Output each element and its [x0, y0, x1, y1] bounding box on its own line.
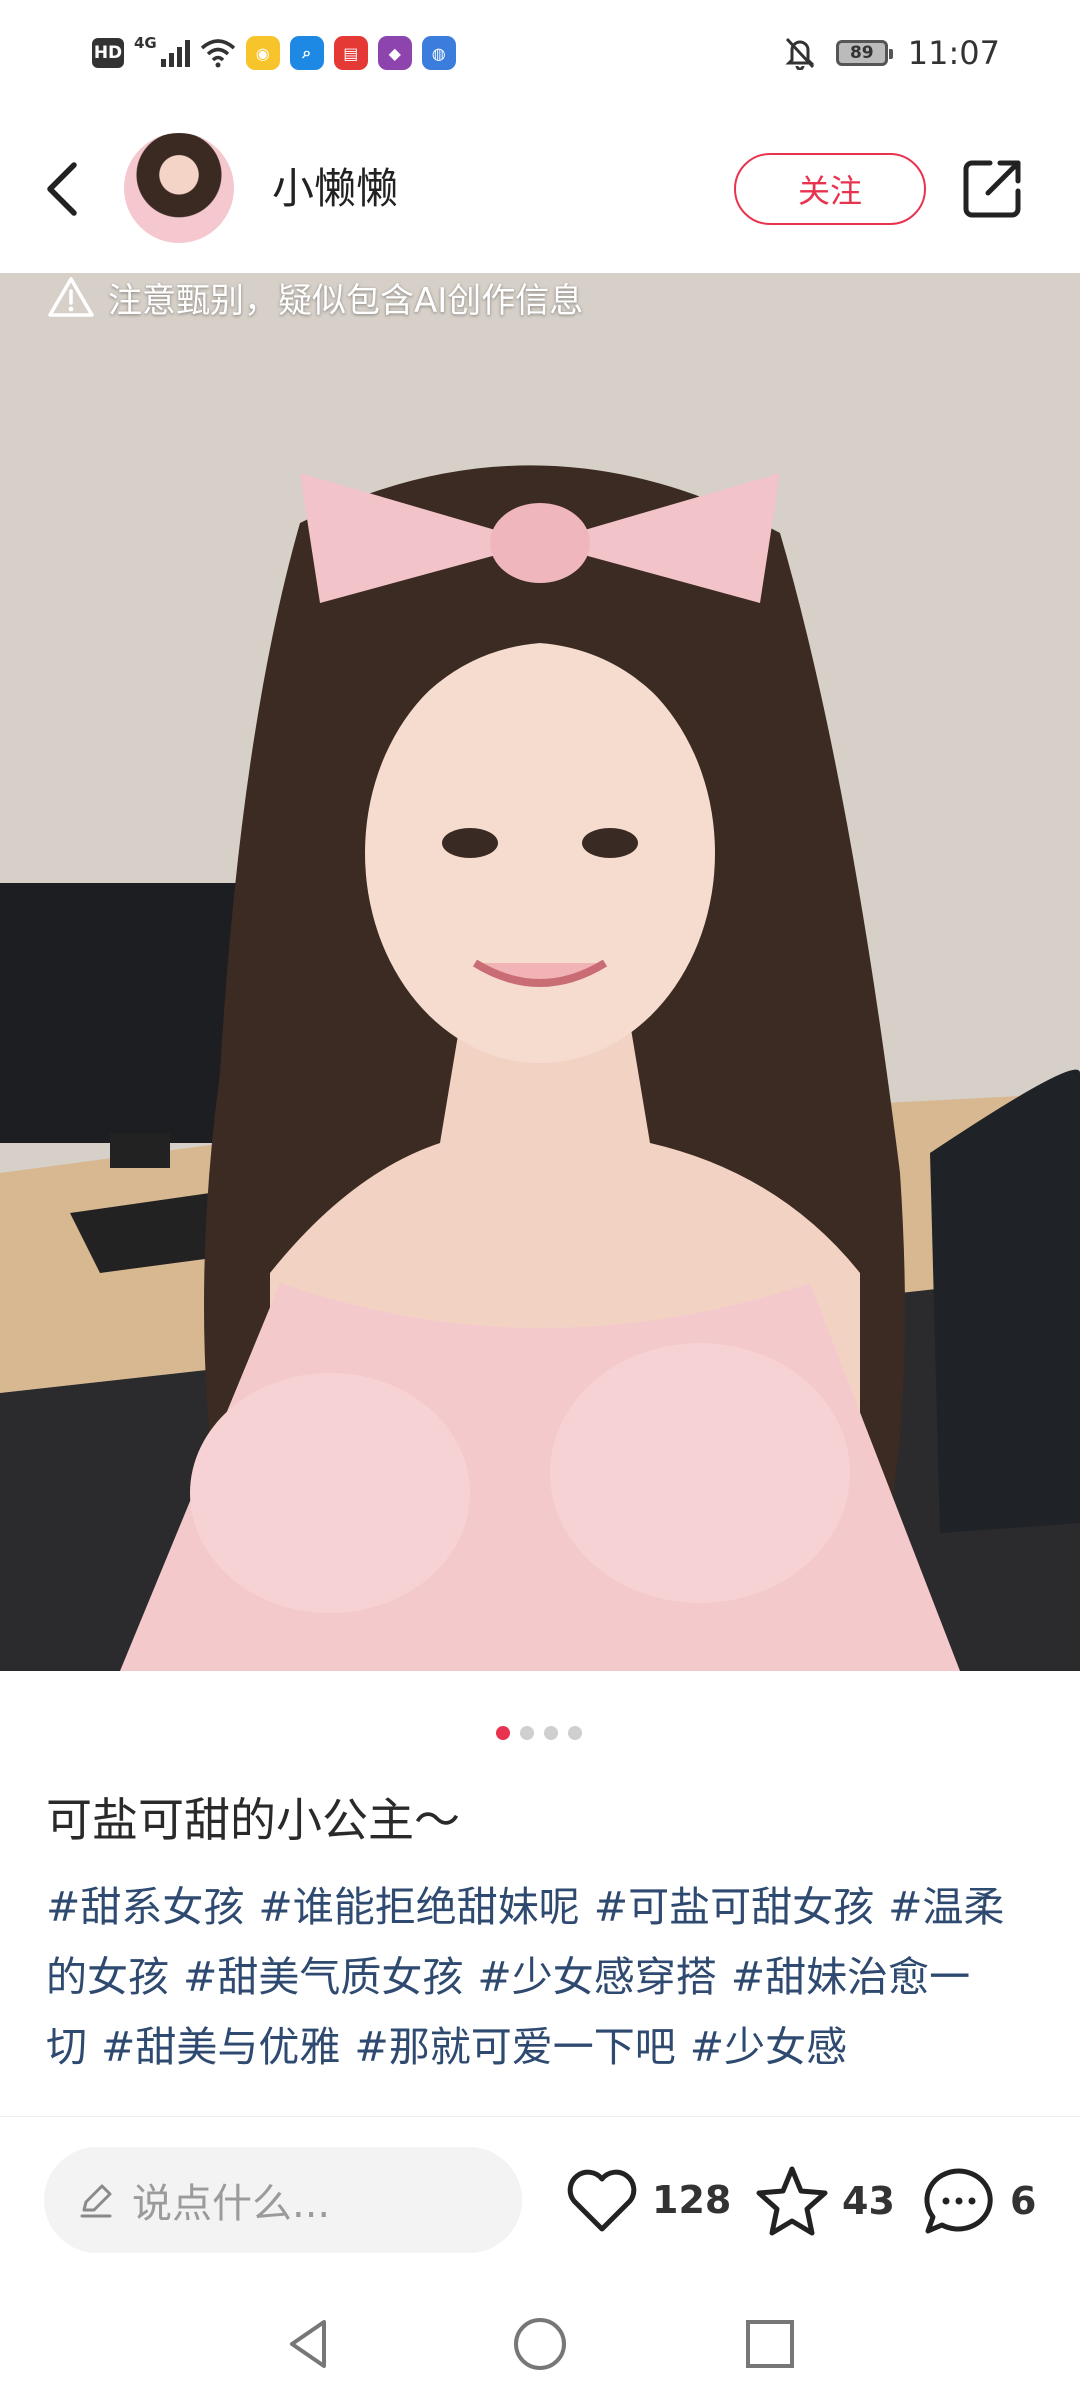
pager-dot[interactable] — [544, 1726, 558, 1740]
tag-list: #甜系女孩 #谁能拒绝甜妹呢 #可盐可甜女孩 #温柔的女孩 #甜美气质女孩 #少女感穿搭 #… — [46, 1872, 1006, 2116]
comment-bubble-icon — [924, 2168, 993, 2234]
hashtag[interactable]: #那就可爱一下吧 — [354, 2023, 675, 2071]
like-button[interactable]: 128 — [564, 2165, 731, 2235]
hashtag[interactable]: #甜美与优雅 — [101, 2023, 340, 2071]
pager-dot[interactable] — [568, 1726, 582, 1740]
hashtag[interactable]: #谁能拒绝甜妹呢 — [258, 1883, 579, 1931]
comment-input[interactable]: 说点什么... — [44, 2147, 522, 2253]
colorful-app-icon: ◆ — [377, 36, 412, 70]
favorite-button[interactable]: 43 — [754, 2165, 895, 2237]
comment-count: 6 — [1010, 2179, 1037, 2223]
network-type: 4G — [134, 34, 157, 52]
search-app-icon: ⌕ — [289, 36, 324, 70]
nav-back-icon[interactable] — [280, 2314, 340, 2374]
like-count: 128 — [652, 2178, 732, 2222]
heart-icon — [567, 2169, 637, 2232]
pager-dot[interactable] — [520, 1726, 534, 1740]
ai-warning: 注意甄别，疑似包含AI创作信息 — [48, 273, 583, 321]
nav-recents-icon[interactable] — [740, 2314, 800, 2374]
photo-illustration — [0, 273, 1080, 1671]
bottom-action-bar: 说点什么... 128 43 6 — [0, 2116, 1080, 2287]
favorite-count: 43 — [842, 2179, 895, 2223]
username[interactable]: 小懒懒 — [272, 155, 398, 216]
hashtag[interactable]: #甜系女孩 — [46, 1883, 244, 1931]
battery-icon: 89 — [835, 40, 893, 66]
clock: 11:07 — [907, 34, 1000, 72]
hashtag[interactable]: #少女感 — [690, 2023, 847, 2071]
status-bar: HD 4G ◉ ⌕ ▤ ◆ ◍ 89 11:07 — [0, 0, 1080, 105]
hashtag[interactable]: #甜美气质女孩 — [183, 1953, 463, 2001]
post-title: 可盐可甜的小公主～ — [46, 1793, 460, 1847]
avatar[interactable] — [124, 133, 234, 243]
comment-placeholder: 说点什么... — [132, 2181, 331, 2227]
hashtag[interactable]: #可盐可甜女孩 — [594, 1883, 874, 1931]
share-icon[interactable] — [960, 155, 1026, 221]
weibo-icon: ◉ — [245, 36, 280, 70]
status-right: 89 11:07 — [784, 30, 1000, 76]
warning-icon — [48, 277, 94, 317]
ai-warning-text: 注意甄别，疑似包含AI创作信息 — [108, 280, 584, 321]
star-icon — [756, 2166, 828, 2236]
bell-muted-icon — [785, 37, 815, 70]
status-left: HD 4G ◉ ⌕ ▤ ◆ ◍ — [92, 30, 456, 76]
follow-button[interactable]: 关注 — [734, 153, 926, 225]
nav-home-icon[interactable] — [510, 2314, 570, 2374]
comment-button[interactable]: 6 — [920, 2165, 1036, 2237]
post-image[interactable]: 注意甄别，疑似包含AI创作信息 — [0, 273, 1080, 1671]
browser-icon: ◍ — [421, 36, 456, 70]
system-nav-bar — [0, 2286, 1080, 2400]
huawei-store-icon: ▤ — [333, 36, 368, 70]
hashtag[interactable]: #少女感穿搭 — [477, 1953, 716, 2001]
post-header: 小懒懒 关注 — [0, 105, 1080, 273]
image-pager[interactable] — [496, 1726, 582, 1740]
hd-badge: HD — [92, 38, 124, 68]
signal-icon — [160, 39, 190, 67]
pencil-icon — [80, 2184, 112, 2218]
pager-dot[interactable] — [496, 1726, 510, 1740]
wifi-icon — [200, 39, 235, 68]
back-arrow-icon[interactable] — [36, 149, 96, 229]
